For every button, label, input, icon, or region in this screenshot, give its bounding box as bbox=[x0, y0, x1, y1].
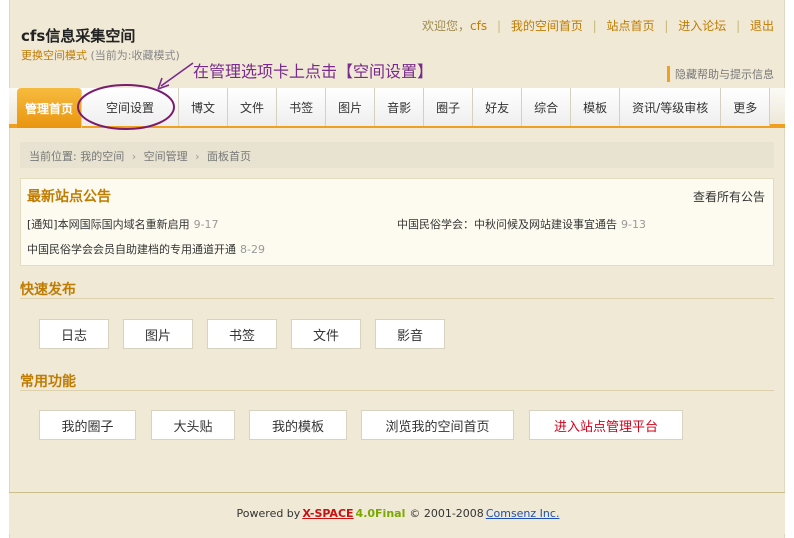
announcement-item[interactable]: 中国民俗学会：中秋问候及网站建设事宜通告 9-13 bbox=[397, 216, 646, 232]
publish-media-button[interactable]: 影音 bbox=[375, 319, 445, 349]
tab-item-9[interactable]: 综合 bbox=[522, 88, 572, 126]
enter-forum-link[interactable]: 进入论坛 bbox=[678, 19, 726, 33]
breadcrumb-current: 面板首页 bbox=[207, 150, 252, 163]
section-divider bbox=[20, 298, 774, 299]
announcement-text: 中国民俗学会会员自助建档的专用通道开通 bbox=[27, 243, 236, 256]
copyright-text: © 2001-2008 bbox=[409, 507, 484, 520]
tab-item-12[interactable]: 更多 bbox=[721, 88, 771, 126]
powered-by-text: Powered by bbox=[236, 507, 301, 520]
announcement-date: 9-17 bbox=[193, 218, 219, 231]
hide-help-toggle[interactable]: 隐藏帮助与提示信息 bbox=[667, 66, 774, 82]
breadcrumb-item[interactable]: 空间管理 bbox=[144, 150, 188, 163]
nav-separator: | bbox=[592, 19, 597, 33]
announcement-date: 9-13 bbox=[621, 218, 646, 231]
announcement-item[interactable]: 中国民俗学会会员自助建档的专用通道开通 8-29 bbox=[27, 241, 265, 257]
publish-bookmark-button[interactable]: 书签 bbox=[207, 319, 277, 349]
nav-separator: | bbox=[664, 19, 669, 33]
my-space-home-link[interactable]: 我的空间首页 bbox=[511, 19, 583, 33]
tab-item-6[interactable]: 音影 bbox=[375, 88, 425, 126]
site-announcements-panel: 最新站点公告 查看所有公告 [通知]本网国际国内域名重新启用 9-17 中国民俗学… bbox=[20, 178, 774, 266]
browse-my-space-button[interactable]: 浏览我的空间首页 bbox=[361, 410, 514, 440]
tab-item-10[interactable]: 模板 bbox=[571, 88, 621, 126]
announcement-item[interactable]: [通知]本网国际国内域名重新启用 9-17 bbox=[27, 216, 219, 232]
change-space-mode-link[interactable]: 更换空间模式 bbox=[21, 49, 87, 62]
site-admin-platform-button[interactable]: 进入站点管理平台 bbox=[529, 410, 683, 440]
site-title: cfs信息采集空间 bbox=[21, 27, 136, 45]
avatar-sticker-button[interactable]: 大头贴 bbox=[151, 410, 235, 440]
view-all-announcements-link[interactable]: 查看所有公告 bbox=[693, 188, 765, 205]
tab-item-3[interactable]: 文件 bbox=[228, 88, 278, 126]
announcement-text: [通知]本网国际国内域名重新启用 bbox=[27, 218, 190, 231]
announcement-date: 8-29 bbox=[240, 243, 265, 256]
tab-item-5[interactable]: 图片 bbox=[326, 88, 376, 126]
breadcrumb: 当前位置: 我的空间 › 空间管理 › 面板首页 bbox=[20, 142, 774, 168]
breadcrumb-item[interactable]: 我的空间 bbox=[80, 150, 124, 163]
xspace-link[interactable]: X-SPACE bbox=[302, 507, 353, 520]
my-templates-button[interactable]: 我的模板 bbox=[249, 410, 347, 440]
tab-item-8[interactable]: 好友 bbox=[473, 88, 523, 126]
announcement-text: 中国民俗学会：中秋问候及网站建设事宜通告 bbox=[397, 218, 617, 231]
comsenz-link[interactable]: Comsenz Inc. bbox=[486, 507, 560, 520]
annotation-text: 在管理选项卡上点击【空间设置】 bbox=[193, 62, 434, 81]
publish-log-button[interactable]: 日志 bbox=[39, 319, 109, 349]
tab-item-11[interactable]: 资讯/等级审核 bbox=[620, 88, 722, 126]
top-navigation: 欢迎您，cfs | 我的空间首页 | 站点首页 | 进入论坛 | 退出 bbox=[422, 17, 774, 34]
publish-image-button[interactable]: 图片 bbox=[123, 319, 193, 349]
footer: Powered by X-SPACE 4.0Final © 2001-2008 … bbox=[9, 492, 785, 534]
site-home-link[interactable]: 站点首页 bbox=[607, 19, 655, 33]
announcements-title: 最新站点公告 bbox=[27, 189, 111, 205]
publish-file-button[interactable]: 文件 bbox=[291, 319, 361, 349]
my-circles-button[interactable]: 我的圈子 bbox=[39, 410, 136, 440]
welcome-text: 欢迎您， bbox=[422, 19, 471, 33]
annotation-highlight-ellipse bbox=[77, 84, 175, 130]
common-functions-title: 常用功能 bbox=[20, 374, 76, 390]
version-text: 4.0Final bbox=[355, 507, 406, 520]
breadcrumb-arrow-icon: › bbox=[131, 150, 137, 163]
logout-link[interactable]: 退出 bbox=[750, 19, 774, 33]
tab-admin-home[interactable]: 管理首页 bbox=[17, 88, 83, 128]
breadcrumb-arrow-icon: › bbox=[195, 150, 200, 163]
section-divider bbox=[20, 390, 774, 391]
tab-item-2[interactable]: 博文 bbox=[179, 88, 229, 126]
username-link[interactable]: cfs bbox=[470, 19, 487, 33]
breadcrumb-prefix: 当前位置: bbox=[29, 150, 77, 163]
nav-separator: | bbox=[736, 19, 741, 33]
nav-separator: | bbox=[496, 19, 501, 33]
tab-item-7[interactable]: 圈子 bbox=[424, 88, 474, 126]
quick-publish-title: 快速发布 bbox=[20, 282, 76, 298]
tab-item-4[interactable]: 书签 bbox=[277, 88, 327, 126]
